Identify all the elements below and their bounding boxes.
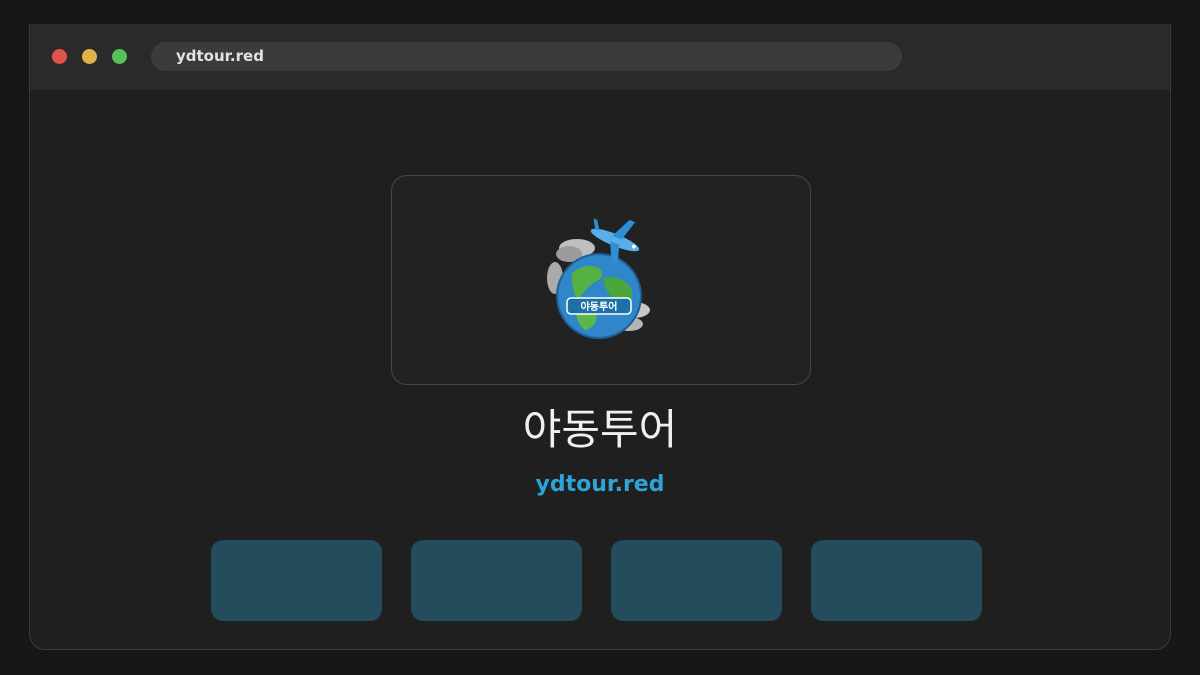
address-bar[interactable]: ydtour.red: [151, 42, 902, 71]
logo-text: 야동투어: [581, 300, 618, 313]
browser-window: ydtour.red 야동투어 야동투어 ydtour.red: [29, 24, 1171, 650]
title-bar: ydtour.red: [30, 24, 1170, 90]
action-button-3[interactable]: [611, 540, 782, 621]
action-button-4[interactable]: [811, 540, 982, 621]
minimize-window-button[interactable]: [82, 49, 97, 64]
logo-card: 야동투어: [391, 175, 811, 385]
globe-airplane-icon: 야동투어: [547, 218, 650, 339]
action-button-1[interactable]: [211, 540, 382, 621]
maximize-window-button[interactable]: [112, 49, 127, 64]
site-title: 야동투어: [522, 405, 678, 454]
action-button-2[interactable]: [411, 540, 582, 621]
address-bar-url: ydtour.red: [176, 47, 264, 65]
close-window-button[interactable]: [52, 49, 67, 64]
site-domain-link[interactable]: ydtour.red: [30, 471, 1170, 499]
